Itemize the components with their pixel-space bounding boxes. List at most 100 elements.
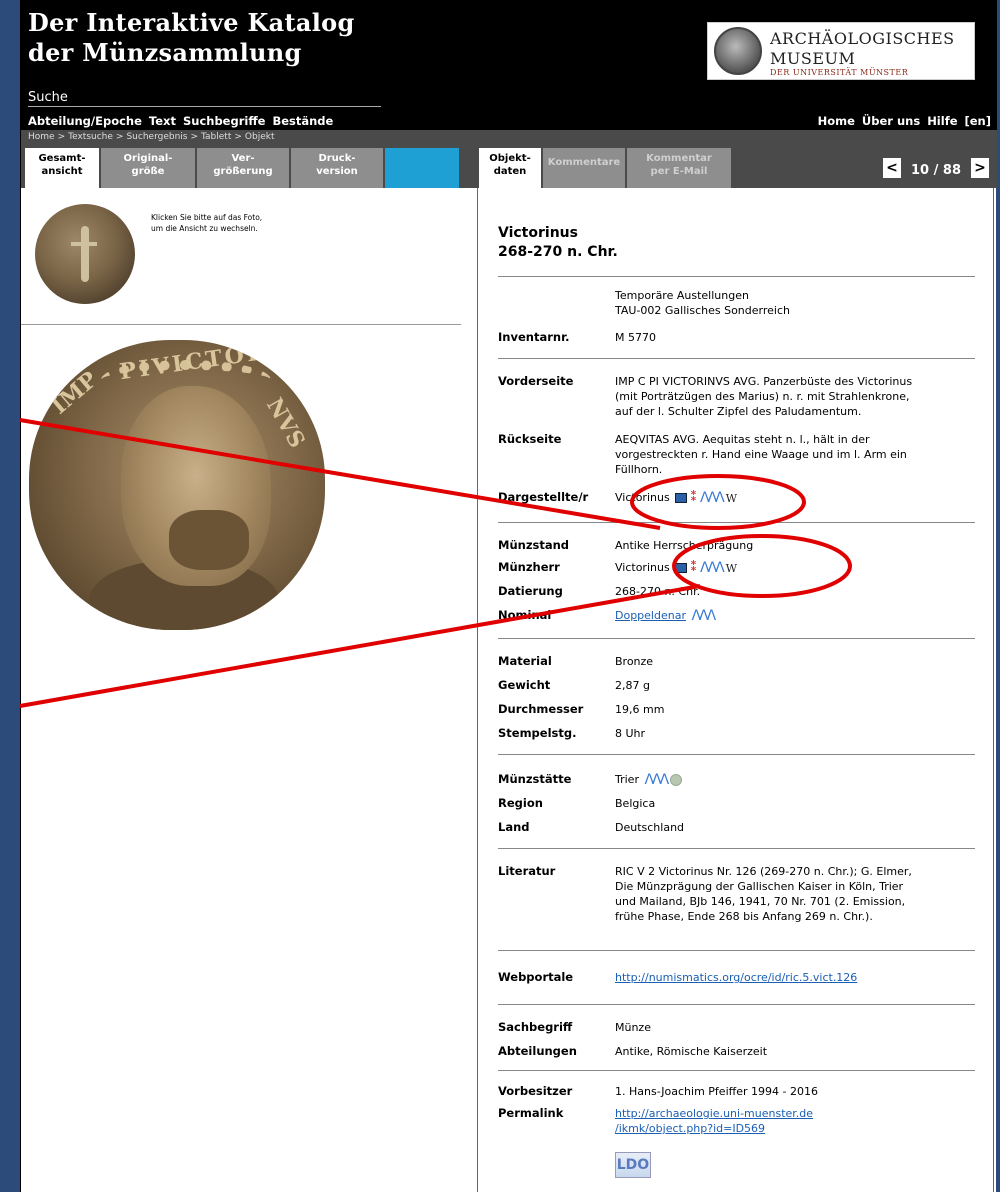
tab-druckversion[interactable]: Druck-version — [291, 148, 383, 188]
nominal-label: Nominal — [498, 608, 552, 622]
tab-gesamtansicht[interactable]: Gesamt-ansicht — [25, 148, 99, 188]
datierung-label: Datierung — [498, 584, 563, 598]
red-authority-icon[interactable]: ⁑ — [690, 491, 697, 504]
exhibition-line2: TAU-002 Gallisches Sonderreich — [615, 304, 790, 317]
tab-label: ansicht — [41, 166, 83, 177]
tab-label: daten — [493, 166, 527, 177]
nomisma-icon[interactable]: ΛΛΛ — [644, 773, 669, 787]
exhibition-line1: Temporäre Austellungen — [615, 289, 749, 302]
nomisma-icon[interactable]: ΛΛΛ — [691, 609, 716, 623]
chevron-right-icon[interactable]: > — [971, 158, 989, 178]
image-divider — [21, 324, 461, 325]
nav-home[interactable]: Home — [818, 114, 855, 128]
image-panel: Klicken Sie bitte auf das Foto, um die A… — [21, 188, 461, 1192]
divider — [498, 1070, 975, 1071]
authority-icons: ⁑ ΛΛΛ W — [675, 561, 737, 576]
webportale-value: http://numismatics.org/ocre/id/ric.5.vic… — [615, 970, 977, 985]
permalink-link-line1[interactable]: http://archaeologie.uni-muenster.de — [615, 1106, 977, 1121]
nav-bestaende[interactable]: Bestände — [272, 114, 333, 128]
nav-left: Abteilung/Epoche Text Suchbegriffe Bestände — [28, 114, 340, 128]
muenzstaette-name: Trier — [615, 773, 639, 786]
dargestellte-value: Victorinus ⁑ ΛΛΛ W — [615, 490, 977, 506]
logo-text-line2: MUSEUM — [770, 49, 856, 68]
pleiades-icon[interactable] — [670, 774, 683, 786]
webportale-link[interactable]: http://numismatics.org/ocre/id/ric.5.vic… — [615, 971, 857, 984]
breadcrumb-home[interactable]: Home — [28, 132, 55, 142]
nav-abteilung-epoche[interactable]: Abteilung/Epoche — [28, 114, 142, 128]
nav-suchbegriffe[interactable]: Suchbegriffe — [183, 114, 265, 128]
breadcrumb: Home > Textsuche > Suchergebnis > Tablett > Obje… — [21, 130, 997, 146]
photo-hint: Klicken Sie bitte auf das Foto, um die A… — [151, 212, 262, 234]
nav-language-en[interactable]: [en] — [965, 114, 992, 128]
section-label: Suche — [28, 90, 68, 105]
tab-label: Kommentar — [646, 153, 712, 164]
main-nav: Abteilung/Epoche Text Suchbegriffe Bestände… — [21, 112, 997, 130]
literatur-line3: und Mailand, BJb 146, 1941, 70 Nr. 701 (… — [615, 895, 906, 908]
divider — [498, 522, 975, 523]
rueckseite-line3: Füllhorn. — [615, 463, 663, 476]
ldo-badge-icon[interactable]: LDO — [615, 1152, 651, 1178]
authority-icons: ΛΛΛ — [691, 609, 716, 623]
logo-text-line1: ARCHÄOLOGISCHES — [770, 29, 955, 48]
wikipedia-icon[interactable]: W — [726, 491, 737, 506]
nomisma-icon[interactable]: ΛΛΛ — [700, 491, 725, 505]
tab-originalgroesse[interactable]: Original-größe — [101, 148, 195, 188]
red-authority-icon[interactable]: ⁑ — [690, 561, 697, 574]
window-frame-left — [0, 0, 20, 1192]
wikipedia-icon[interactable]: W — [726, 561, 737, 576]
museum-logo[interactable]: ARCHÄOLOGISCHES MUSEUM DER UNIVERSITÄT M… — [707, 22, 975, 80]
muenzherr-name: Victorinus — [615, 561, 670, 574]
nominal-link[interactable]: Doppeldenar — [615, 609, 686, 622]
tab-objektdaten[interactable]: Objekt-daten — [479, 148, 541, 188]
chevron-left-icon[interactable]: < — [883, 158, 902, 178]
breadcrumb-suchergebnis[interactable]: Suchergebnis — [126, 132, 187, 142]
tab-kommentare[interactable]: Kommentare — [543, 148, 625, 188]
logo-text-line3: DER UNIVERSITÄT MÜNSTER — [770, 68, 909, 77]
inventar-value: M 5770 — [615, 331, 656, 344]
tab-kommentar-email[interactable]: Kommentar per E-Mail — [627, 148, 731, 188]
permalink-link-line2[interactable]: /ikmk/object.php?id=ID569 — [615, 1121, 977, 1136]
breadcrumb-textsuche[interactable]: Textsuche — [68, 132, 113, 142]
tab-vergroesserung[interactable]: Ver-größerung — [197, 148, 289, 188]
authority-icons: ΛΛΛ — [644, 773, 683, 787]
tab-label: version — [316, 166, 358, 177]
object-heading: Victorinus 268-270 n. Chr. — [498, 224, 618, 262]
datierung-value: 268-270 n. Chr. — [615, 585, 701, 598]
nav-ueber-uns[interactable]: Über uns — [862, 114, 920, 128]
stempelstellung-value: 8 Uhr — [615, 727, 646, 740]
sachbegriff-label: Sachbegriff — [498, 1020, 573, 1034]
muenzstand-label: Münzstand — [498, 538, 570, 552]
literatur-value: RIC V 2 Victorinus Nr. 126 (269-270 n. C… — [615, 864, 977, 924]
land-value: Deutschland — [615, 821, 685, 834]
breadcrumb-objekt: Objekt — [244, 132, 275, 142]
divider — [498, 358, 975, 359]
divider — [498, 638, 975, 639]
nominal-value: Doppeldenar ΛΛΛ — [615, 608, 977, 623]
material-value: Bronze — [615, 655, 654, 668]
page: Der Interaktive Katalog der Münzsammlung… — [0, 0, 1000, 1192]
muenzstand-value: Antike Herrscherprägung — [615, 539, 754, 552]
tab-bar: Gesamt-ansicht Original-größe Ver-größer… — [21, 146, 997, 188]
tab-label: Objekt- — [489, 153, 531, 164]
land-label: Land — [498, 820, 530, 834]
breadcrumb-tablett[interactable]: Tablett — [201, 132, 231, 142]
authority-icons: ⁑ ΛΛΛ W — [675, 491, 737, 506]
breadcrumb-sep: > — [190, 132, 199, 142]
durchmesser-value: 19,6 mm — [615, 703, 665, 716]
tab-label: Original- — [123, 153, 173, 164]
breadcrumb-sep: > — [234, 132, 242, 142]
coin-obverse-image[interactable]: IMP PIVICTORI NVS — [29, 340, 325, 630]
nomisma-icon[interactable]: ΛΛΛ — [700, 561, 725, 575]
literatur-line1: RIC V 2 Victorinus Nr. 126 (269-270 n. C… — [615, 865, 912, 878]
gnd-icon[interactable] — [675, 493, 688, 503]
gnd-icon[interactable] — [675, 563, 688, 573]
tab-label: per E-Mail — [650, 166, 708, 177]
nav-text[interactable]: Text — [149, 114, 176, 128]
photo-hint-line1: Klicken Sie bitte auf das Foto, — [151, 213, 263, 222]
coin-reverse-thumbnail[interactable] — [35, 204, 135, 304]
nav-hilfe[interactable]: Hilfe — [927, 114, 957, 128]
coin-beard — [169, 510, 249, 570]
object-date: 268-270 n. Chr. — [498, 244, 618, 260]
catalog-app: Der Interaktive Katalog der Münzsammlung… — [20, 0, 997, 1192]
divider — [498, 950, 975, 951]
